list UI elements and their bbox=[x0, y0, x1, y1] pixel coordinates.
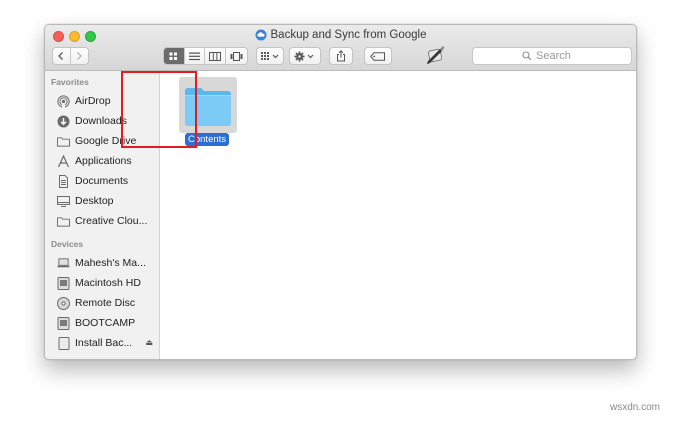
cover-flow-icon bbox=[230, 51, 243, 61]
chevron-right-icon bbox=[77, 52, 83, 60]
documents-icon bbox=[57, 174, 70, 188]
drive-icon bbox=[57, 316, 70, 330]
sidebar-item-remote-disc[interactable]: Remote Disc bbox=[57, 293, 157, 313]
search-input[interactable] bbox=[536, 50, 582, 62]
edit-tags-button[interactable] bbox=[364, 47, 392, 65]
sidebar-item-label: Macintosh HD bbox=[75, 277, 141, 289]
icon-view-button[interactable] bbox=[164, 48, 185, 64]
chevron-left-icon bbox=[58, 52, 64, 60]
favorites-header: Favorites bbox=[51, 77, 89, 87]
file-browser-area: Contents bbox=[161, 71, 636, 359]
sidebar-item-maheshs-mac[interactable]: Mahesh's Ma... bbox=[57, 253, 157, 273]
sidebar-item-label: BOOTCAMP bbox=[75, 317, 136, 329]
gear-icon bbox=[294, 51, 314, 61]
desktop-icon bbox=[57, 195, 70, 208]
sidebar-item-label: Documents bbox=[75, 175, 129, 187]
sidebar-item-install-backup[interactable]: Install Bac... ⏏ bbox=[57, 333, 157, 353]
folder-icon bbox=[57, 135, 70, 148]
hard-drive-icon bbox=[57, 276, 70, 290]
list-icon bbox=[188, 52, 200, 60]
sidebar-item-bootcamp[interactable]: BOOTCAMP bbox=[57, 313, 157, 333]
stage: Backup and Sync from Google Search Favor… bbox=[0, 0, 680, 422]
window-title-group: Backup and Sync from Google bbox=[45, 28, 636, 44]
downloads-icon bbox=[57, 115, 70, 128]
sidebar-item-macintosh-hd[interactable]: Macintosh HD bbox=[57, 273, 157, 293]
share-button[interactable] bbox=[329, 47, 353, 65]
gallery-view-button[interactable] bbox=[226, 48, 247, 64]
view-mode-control bbox=[163, 47, 248, 65]
column-view-button[interactable] bbox=[205, 48, 226, 64]
title-bar: Backup and Sync from Google bbox=[45, 25, 636, 71]
backup-and-sync-icon bbox=[255, 29, 266, 41]
back-button[interactable] bbox=[53, 48, 71, 64]
arrange-button[interactable] bbox=[256, 47, 284, 65]
installer-disk-icon bbox=[57, 336, 70, 350]
arrange-grid-icon bbox=[261, 52, 279, 60]
window-title: Backup and Sync from Google bbox=[270, 29, 427, 41]
sidebar-item-documents[interactable]: Documents bbox=[57, 171, 157, 191]
columns-icon bbox=[208, 51, 221, 61]
search-icon bbox=[522, 51, 532, 61]
action-button[interactable] bbox=[289, 47, 321, 65]
applications-icon bbox=[57, 154, 70, 168]
airdrop-icon bbox=[57, 94, 70, 108]
sidebar-item-label: Mahesh's Ma... bbox=[75, 257, 146, 269]
eject-icon[interactable]: ⏏ bbox=[145, 338, 153, 347]
search-field[interactable] bbox=[472, 47, 632, 65]
disc-icon bbox=[57, 296, 70, 310]
pen-sync-icon bbox=[427, 46, 445, 64]
sidebar-item-desktop[interactable]: Desktop bbox=[57, 191, 157, 211]
sidebar-item-label: Remote Disc bbox=[75, 297, 136, 309]
laptop-icon bbox=[57, 257, 70, 270]
devices-header: Devices bbox=[51, 239, 84, 249]
tag-icon bbox=[370, 51, 385, 61]
sidebar-item-label: Downloads bbox=[75, 115, 127, 127]
folder-icon bbox=[57, 215, 70, 228]
sidebar-item-label: Applications bbox=[75, 155, 132, 167]
sidebar-item-creative-cloud[interactable]: Creative Clou... bbox=[57, 211, 157, 231]
forward-button[interactable] bbox=[71, 48, 88, 64]
sidebar-item-label: Desktop bbox=[75, 195, 114, 207]
sidebar-item-label: Creative Clou... bbox=[75, 215, 148, 227]
sidebar-item-label: Install Bac... bbox=[75, 337, 133, 349]
sidebar-item-label: AirDrop bbox=[75, 95, 111, 107]
share-icon bbox=[337, 50, 345, 62]
watermark: wsxdn.com bbox=[609, 402, 660, 413]
list-view-button[interactable] bbox=[185, 48, 206, 64]
google-drive-toolbar-icon[interactable] bbox=[424, 44, 446, 66]
grid-icon bbox=[169, 52, 178, 60]
navigation-buttons bbox=[52, 47, 89, 65]
sidebar-item-applications[interactable]: Applications bbox=[57, 151, 157, 171]
highlight-box bbox=[121, 71, 197, 148]
